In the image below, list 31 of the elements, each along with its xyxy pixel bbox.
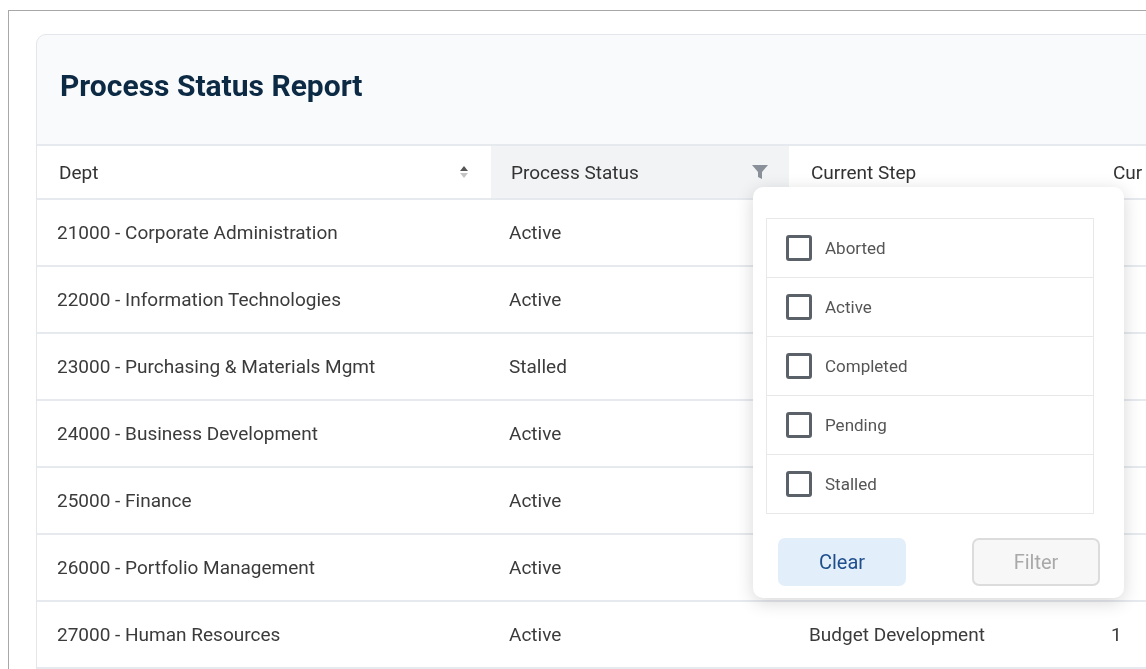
table-cell-text: Active <box>508 220 563 246</box>
table-cell-text: Active <box>508 488 563 514</box>
table-cell-text: 25000 - Finance <box>56 488 193 514</box>
option-label: Aborted <box>825 238 886 258</box>
table-cell-text: Active <box>508 622 563 648</box>
table-cell-text: 24000 - Business Development <box>56 421 319 447</box>
table-cell-text: 23000 - Purchasing & Materials Mgmt <box>56 354 377 380</box>
sort-icon[interactable] <box>459 165 469 179</box>
table-cell-text: Active <box>508 287 563 313</box>
checkbox[interactable] <box>786 294 812 320</box>
checkbox[interactable] <box>786 471 812 497</box>
clear-button[interactable]: Clear <box>778 538 906 586</box>
checkbox[interactable] <box>786 412 812 438</box>
table-cell-text: Active <box>508 555 563 581</box>
table-cell-text: 21000 - Corporate Administration <box>56 220 339 246</box>
option-label: Stalled <box>825 474 877 494</box>
table-cell-text: Stalled <box>508 354 568 380</box>
column-header[interactable]: Process Status <box>489 146 789 198</box>
checkbox[interactable] <box>786 353 812 379</box>
filter-icon[interactable] <box>751 163 769 181</box>
option-label: Pending <box>825 415 887 435</box>
table-cell-text: 27000 - Human Resources <box>56 622 282 648</box>
option-label: Active <box>825 297 872 317</box>
report-title: Process Status Report <box>59 67 364 105</box>
option-label: Completed <box>825 356 908 376</box>
checkbox[interactable] <box>786 235 812 261</box>
table-cell-text: 26000 - Portfolio Management <box>56 555 317 581</box>
table-cell-text: Active <box>508 421 563 447</box>
table-cell-text: Budget Development <box>808 622 986 648</box>
table-cell-text: 1 <box>1110 622 1123 648</box>
table-cell-text: 22000 - Information Technologies <box>56 287 342 313</box>
